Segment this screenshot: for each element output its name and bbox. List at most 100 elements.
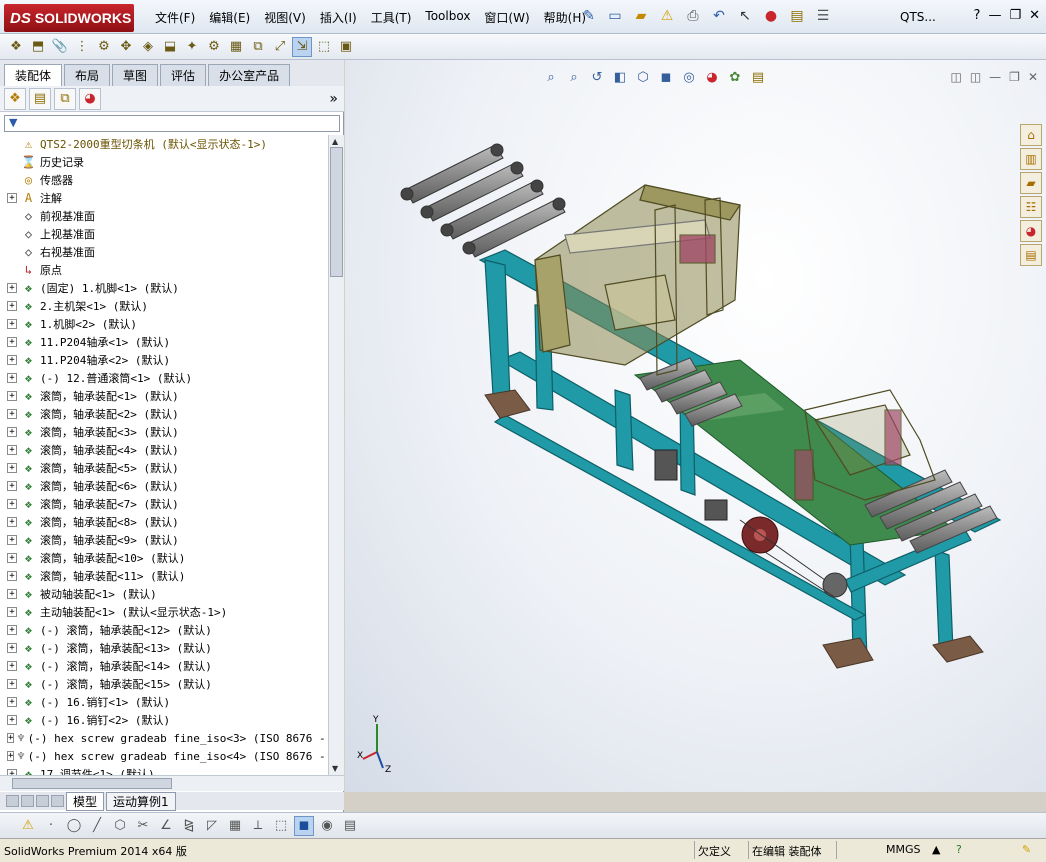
- tree-item[interactable]: ◇ 上视基准面: [0, 225, 328, 243]
- view-palette-icon[interactable]: ☷: [1020, 196, 1042, 218]
- expand-toggle-icon[interactable]: +: [7, 553, 17, 563]
- expand-toggle-icon[interactable]: +: [7, 463, 17, 473]
- property-manager-icon[interactable]: ▤: [29, 87, 51, 110]
- new-part-icon[interactable]: ⬒: [28, 37, 48, 57]
- grid-icon[interactable]: ▦: [225, 816, 245, 836]
- machine-3d-model[interactable]: [345, 60, 1046, 792]
- move-component-icon[interactable]: ✥: [116, 37, 136, 57]
- tree-item[interactable]: + ❖ 11.P204轴承<2> (默认): [0, 351, 328, 369]
- warning-icon[interactable]: ⚠: [18, 816, 38, 836]
- status-message-icon[interactable]: ✎: [1022, 843, 1031, 856]
- expand-toggle-icon[interactable]: +: [7, 391, 17, 401]
- tree-item[interactable]: + ❖ 17.调节件<1> (默认): [0, 765, 328, 775]
- document-name[interactable]: QTS...: [900, 10, 936, 24]
- tree-item[interactable]: + ❖ 2.主机架<1> (默认): [0, 297, 328, 315]
- tree-item[interactable]: + ❖ (-) 滚筒，轴承装配<15> (默认): [0, 675, 328, 693]
- tree-item[interactable]: + ❖ 滚筒，轴承装配<11> (默认): [0, 567, 328, 585]
- expand-toggle-icon[interactable]: +: [7, 589, 17, 599]
- expand-toggle-icon[interactable]: +: [7, 319, 17, 329]
- scroll-thumb[interactable]: [330, 147, 343, 277]
- options-icon[interactable]: ☰: [812, 6, 834, 26]
- expand-toggle-icon[interactable]: +: [7, 337, 17, 347]
- tree-item[interactable]: ⌛ 历史记录: [0, 153, 328, 171]
- menu-toolbox[interactable]: Toolbox: [418, 9, 477, 26]
- shaded-view-icon[interactable]: ◼: [294, 815, 314, 836]
- tree-item[interactable]: + ♆ (-) hex screw gradeab fine_iso<3> (ISO…: [0, 729, 328, 747]
- expand-toggle-icon[interactable]: +: [7, 373, 17, 383]
- close-icon[interactable]: ✕: [1029, 8, 1040, 23]
- tab-assembly[interactable]: 装配体: [4, 64, 63, 86]
- expand-toggle-icon[interactable]: +: [7, 625, 17, 635]
- point-icon[interactable]: ·: [41, 816, 61, 836]
- expand-toggle-icon[interactable]: +: [7, 679, 17, 689]
- expand-toggle-icon[interactable]: +: [7, 715, 17, 725]
- tree-item[interactable]: + ♆ (-) hex screw gradeab fine_iso<4> (ISO…: [0, 747, 328, 765]
- box-icon[interactable]: ⬚: [271, 816, 291, 836]
- open-folder-icon[interactable]: ▰: [630, 6, 652, 26]
- expand-toggle-icon[interactable]: +: [7, 643, 17, 653]
- reference-geometry-icon[interactable]: ✦: [182, 37, 202, 57]
- tree-horizontal-scrollbar[interactable]: [0, 775, 344, 791]
- line-icon[interactable]: ╱: [87, 816, 107, 836]
- tree-item[interactable]: ◎ 传感器: [0, 171, 328, 189]
- tree-filter[interactable]: ▼: [4, 115, 340, 132]
- expand-toggle-icon[interactable]: +: [7, 661, 17, 671]
- solidworks-logo[interactable]: DS SOLIDWORKS: [4, 4, 134, 32]
- new-document-icon[interactable]: ▭: [604, 6, 626, 26]
- rebuild-warning-icon[interactable]: ⚠: [656, 6, 678, 26]
- tree-item[interactable]: + ❖ 滚筒，轴承装配<8> (默认): [0, 513, 328, 531]
- menu-file[interactable]: 文件(F): [148, 9, 202, 26]
- chamfer-icon[interactable]: ◸: [202, 816, 222, 836]
- instant3d-icon[interactable]: ⇲: [292, 36, 312, 57]
- expand-chevron-icon[interactable]: »: [329, 91, 338, 107]
- expand-toggle-icon[interactable]: +: [7, 607, 17, 617]
- tree-item[interactable]: + ❖ (-) 滚筒，轴承装配<13> (默认): [0, 639, 328, 657]
- hscroll-thumb[interactable]: [12, 778, 172, 789]
- insert-component-icon[interactable]: ❖: [6, 37, 26, 57]
- explode-line-sketch-icon[interactable]: ⤢: [270, 37, 290, 57]
- tree-item[interactable]: + ❖ 滚筒，轴承装配<10> (默认): [0, 549, 328, 567]
- expand-toggle-icon[interactable]: +: [7, 697, 17, 707]
- tab-evaluate[interactable]: 评估: [160, 64, 207, 86]
- expand-toggle-icon[interactable]: +: [7, 283, 17, 293]
- pin-icon[interactable]: ✎: [578, 6, 600, 26]
- menu-window[interactable]: 窗口(W): [477, 9, 536, 26]
- configuration-manager-icon[interactable]: ⧉: [54, 87, 76, 110]
- camera-icon[interactable]: ◉: [317, 816, 337, 836]
- tree-item[interactable]: + ❖ 11.P204轴承<1> (默认): [0, 333, 328, 351]
- mirror-icon[interactable]: ⧎: [179, 816, 199, 836]
- scroll-up-icon[interactable]: ▲: [332, 137, 338, 146]
- tree-item[interactable]: + ❖ 滚筒，轴承装配<6> (默认): [0, 477, 328, 495]
- tree-item[interactable]: ◇ 前视基准面: [0, 207, 328, 225]
- filter-icon[interactable]: ▼: [9, 116, 17, 129]
- tree-item[interactable]: + ❖ (-) 16.销钉<2> (默认): [0, 711, 328, 729]
- table-icon[interactable]: ▤: [340, 816, 360, 836]
- tab-nav-last[interactable]: [51, 795, 64, 807]
- tree-item[interactable]: + ❖ (-) 滚筒，轴承装配<14> (默认): [0, 657, 328, 675]
- angle-icon[interactable]: ∠: [156, 816, 176, 836]
- menu-insert[interactable]: 插入(I): [313, 9, 364, 26]
- home-icon[interactable]: ⌂: [1020, 124, 1042, 146]
- tree-vertical-scrollbar[interactable]: ▲ ▼: [328, 135, 344, 775]
- file-properties-icon[interactable]: ▤: [786, 6, 808, 26]
- restore-icon[interactable]: ❐: [1009, 8, 1021, 23]
- tree-item[interactable]: + ❖ 滚筒，轴承装配<1> (默认): [0, 387, 328, 405]
- unit-menu-chevron-icon[interactable]: ▲: [932, 843, 940, 856]
- tree-item[interactable]: ⚠ QTS2-2000重型切条机 (默认<显示状态-1>): [0, 135, 328, 153]
- minimize-icon[interactable]: —: [988, 8, 1001, 23]
- expand-toggle-icon[interactable]: +: [7, 355, 17, 365]
- undo-icon[interactable]: ↶: [708, 6, 730, 26]
- tab-nav-prev[interactable]: [21, 795, 34, 807]
- tree-item[interactable]: + ❖ 滚筒，轴承装配<9> (默认): [0, 531, 328, 549]
- help-button[interactable]: ?: [974, 8, 981, 23]
- tab-nav-first[interactable]: [6, 795, 19, 807]
- expand-toggle-icon[interactable]: +: [7, 751, 15, 761]
- tab-layout[interactable]: 布局: [64, 64, 111, 86]
- measure-icon[interactable]: ⟂: [248, 816, 268, 836]
- appearances-icon[interactable]: ◕: [1020, 220, 1042, 242]
- show-hidden-icon[interactable]: ◈: [138, 37, 158, 57]
- tree-item[interactable]: ◇ 右视基准面: [0, 243, 328, 261]
- tab-model[interactable]: 模型: [66, 791, 105, 811]
- tab-motion-study[interactable]: 运动算例1: [106, 791, 176, 811]
- menu-tools[interactable]: 工具(T): [364, 9, 419, 26]
